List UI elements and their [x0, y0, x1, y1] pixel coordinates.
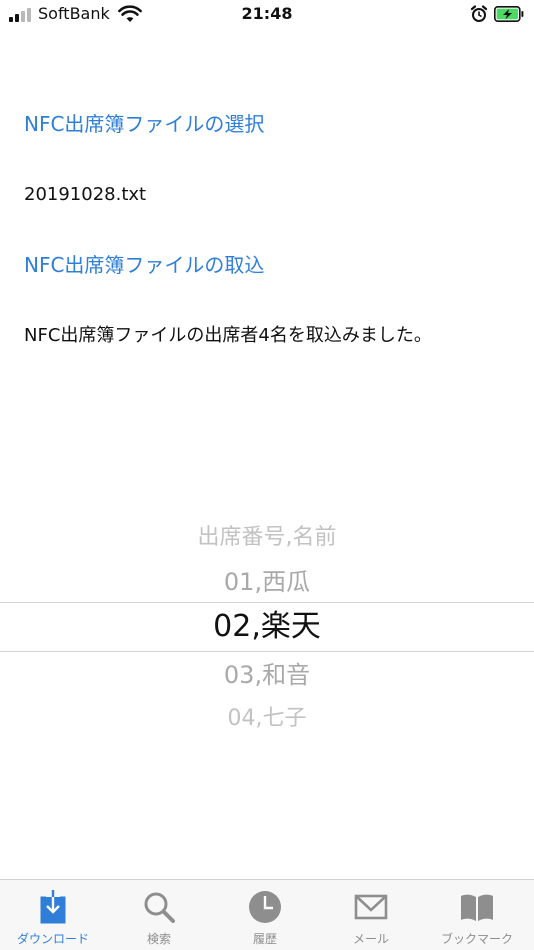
- tab-label: ダウンロード: [16, 932, 89, 946]
- tab-history[interactable]: 履歴: [212, 880, 318, 950]
- picker-row[interactable]: 03,和音: [0, 658, 534, 692]
- search-icon: [144, 892, 175, 923]
- import-result-message: NFC出席簿ファイルの出席者4名を取込みました。: [24, 325, 432, 346]
- tab-bar: ダウンロード 検索 履歴 メール ブックマーク: [0, 879, 534, 950]
- import-file-link[interactable]: NFC出席簿ファイルの取込: [24, 252, 264, 278]
- picker-row[interactable]: 04,七子: [0, 703, 534, 735]
- picker-row[interactable]: 01,西瓜: [0, 565, 534, 599]
- battery-charging-icon: [494, 6, 524, 22]
- picker-row-selected[interactable]: 02,楽天: [0, 607, 534, 647]
- tab-label: 履歴: [252, 932, 277, 946]
- download-icon: [40, 890, 66, 924]
- status-time: 21:48: [241, 4, 293, 23]
- select-file-link[interactable]: NFC出席簿ファイルの選択: [24, 111, 264, 137]
- bookmark-icon: [461, 894, 493, 921]
- tab-label: 検索: [146, 932, 171, 946]
- tab-label: ブックマーク: [440, 932, 513, 946]
- mail-icon: [354, 894, 388, 920]
- tab-bookmark[interactable]: ブックマーク: [424, 880, 530, 950]
- clock-icon: [249, 891, 281, 923]
- tab-mail[interactable]: メール: [318, 880, 424, 950]
- picker-selection-top-divider: [0, 602, 534, 603]
- picker-row[interactable]: 出席番号,名前: [0, 522, 534, 554]
- tab-download[interactable]: ダウンロード: [0, 880, 106, 950]
- tab-label: メール: [352, 932, 389, 946]
- tab-search[interactable]: 検索: [106, 880, 212, 950]
- picker-selection-bottom-divider: [0, 651, 534, 652]
- selected-file-name: 20191028.txt: [24, 184, 147, 205]
- status-bar: SoftBank 21:48: [0, 0, 534, 30]
- alarm-icon: [470, 5, 488, 22]
